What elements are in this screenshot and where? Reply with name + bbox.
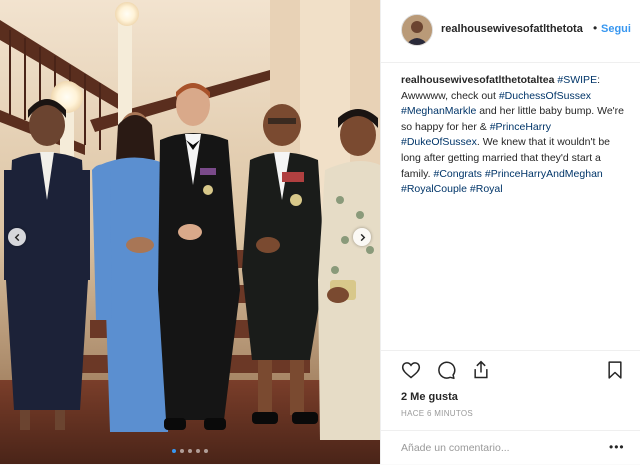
post-side-panel: realhousewivesofatlthetota • Segui realh… (380, 0, 640, 464)
post-timestamp: HACE 6 MINUTOS (401, 409, 474, 418)
separator-dot: • (593, 21, 598, 35)
hashtag-link[interactable]: #Congrats (433, 168, 481, 180)
comment-input[interactable] (401, 439, 601, 457)
share-button[interactable] (471, 360, 491, 380)
carousel-next-button[interactable] (353, 228, 371, 246)
more-options-button[interactable]: ••• (609, 440, 625, 454)
avatar-image (402, 15, 432, 45)
hashtag-link[interactable]: #DuchessOfSussex (499, 90, 591, 102)
caption-username[interactable]: realhousewivesofatlthetotaltea (401, 74, 554, 86)
hashtag-link[interactable]: #PrinceHarry (490, 121, 551, 133)
header-username[interactable]: realhousewivesofatlthetota (441, 23, 591, 35)
chevron-right-icon (360, 233, 365, 241)
hashtag-link[interactable]: #RoyalCouple (401, 183, 467, 195)
hashtag-link[interactable]: #MeghanMarkle (401, 105, 476, 117)
instagram-post: realhousewivesofatlthetota • Segui realh… (0, 0, 640, 464)
like-button[interactable] (401, 360, 421, 380)
carousel-dot (196, 449, 200, 453)
caption-body: #SWIPE: Awwwww, check out #DuchessOfSuss… (401, 74, 624, 195)
bookmark-icon (608, 361, 622, 379)
likes-count[interactable]: 2 Me gusta (401, 391, 458, 403)
chevron-left-icon (14, 233, 19, 241)
carousel-indicator (0, 449, 380, 453)
hashtag-link[interactable]: #Royal (470, 183, 503, 195)
carousel-dot (204, 449, 208, 453)
share-icon (474, 360, 488, 379)
save-button[interactable] (605, 360, 625, 380)
carousel-dot (172, 449, 176, 453)
carousel-dot (188, 449, 192, 453)
heart-icon (401, 362, 421, 379)
hashtag-link[interactable]: #SWIPE (557, 74, 597, 86)
post-header: realhousewivesofatlthetota • Segui (381, 0, 640, 63)
photo-illustration (0, 0, 380, 464)
post-photo[interactable] (0, 0, 380, 464)
avatar[interactable] (401, 14, 433, 46)
carousel-prev-button[interactable] (8, 228, 26, 246)
hashtag-link[interactable]: #PrinceHarryAndMeghan (485, 168, 603, 180)
comment-icon (438, 361, 456, 380)
carousel-dot (180, 449, 184, 453)
comment-button[interactable] (436, 360, 456, 380)
follow-button[interactable]: Segui (601, 23, 631, 35)
action-bar (381, 350, 640, 387)
post-caption: realhousewivesofatlthetotaltea #SWIPE: A… (401, 73, 627, 198)
comment-bar: ••• (381, 430, 640, 465)
hashtag-link[interactable]: #DukeOfSussex (401, 136, 477, 148)
